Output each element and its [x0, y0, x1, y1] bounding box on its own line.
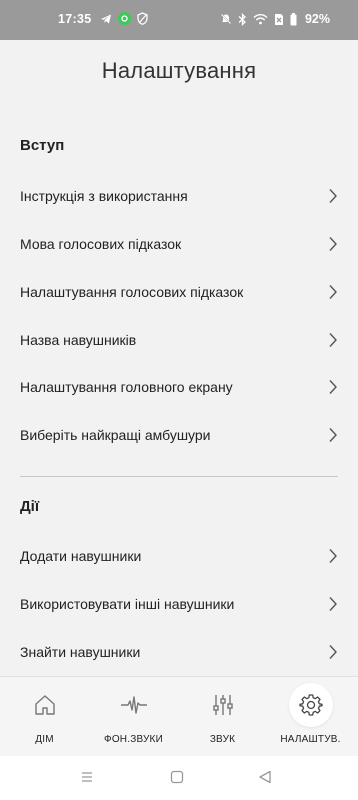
telegram-icon	[101, 14, 111, 23]
bluetooth-icon	[238, 12, 246, 26]
nav-home[interactable]: ДІМ	[0, 677, 89, 757]
settings-item-find-headphones[interactable]: Знайти навушники	[20, 640, 338, 664]
settings-item-user-guide[interactable]: Інструкція з використання	[20, 184, 338, 208]
settings-item-voice-language[interactable]: Мова голосових підказок	[20, 232, 338, 256]
mute-icon	[220, 13, 232, 25]
back-icon[interactable]	[258, 770, 272, 784]
no-sim-icon	[274, 13, 283, 25]
gear-icon	[288, 683, 333, 727]
settings-item-home-screen[interactable]: Налаштування головного екрану	[20, 375, 338, 399]
home-icon	[23, 683, 67, 727]
nav-label: ДІМ	[35, 734, 54, 745]
settings-item-label: Мова голосових підказок	[20, 236, 182, 252]
system-nav-bar	[0, 756, 358, 800]
settings-item-label: Налаштування головного екрану	[20, 379, 233, 395]
section-title-intro: Вступ	[20, 137, 65, 154]
status-time: 17:35	[58, 12, 92, 26]
wifi-icon	[253, 14, 268, 25]
status-bar: 17:35 92%	[0, 0, 358, 40]
ambient-sound-icon	[112, 683, 156, 727]
settings-item-label: Додати навушники	[20, 548, 142, 564]
call-indicator-icon	[118, 12, 131, 25]
bottom-nav: ДІМ ФОН.ЗВУКИ ЗВУК НАЛАШТУВ.	[0, 676, 358, 757]
settings-item-label: Виберіть найкращі амбушури	[20, 427, 211, 443]
chevron-right-icon	[329, 237, 337, 251]
shield-icon	[137, 12, 148, 25]
chevron-right-icon	[329, 333, 337, 347]
settings-item-label: Назва навушників	[20, 332, 137, 348]
chevron-right-icon	[329, 597, 337, 611]
section-title-actions: Дії	[20, 498, 40, 515]
settings-item-label: Інструкція з використання	[20, 188, 188, 204]
nav-ambient-sound[interactable]: ФОН.ЗВУКИ	[89, 677, 178, 757]
settings-item-voice-settings[interactable]: Налаштування голосових підказок	[20, 280, 338, 304]
chevron-right-icon	[329, 549, 337, 563]
chevron-right-icon	[329, 428, 337, 442]
settings-item-label: Знайти навушники	[20, 644, 141, 660]
nav-settings[interactable]: НАЛАШТУВ.	[266, 677, 355, 757]
settings-item-ear-tips[interactable]: Виберіть найкращі амбушури	[20, 423, 338, 447]
settings-item-use-other-headphones[interactable]: Використовувати інші навушники	[20, 592, 338, 616]
chevron-right-icon	[329, 645, 337, 659]
recent-apps-icon[interactable]	[80, 770, 94, 784]
chevron-right-icon	[329, 285, 337, 299]
settings-item-label: Налаштування голосових підказок	[20, 284, 244, 300]
chevron-right-icon	[329, 189, 337, 203]
page-title: Налаштування	[101, 58, 257, 83]
settings-item-headphone-name[interactable]: Назва навушників	[20, 328, 338, 352]
nav-label: ФОН.ЗВУКИ	[104, 734, 163, 745]
settings-item-label: Використовувати інші навушники	[20, 596, 235, 612]
section-divider	[20, 476, 338, 477]
battery-icon	[290, 12, 297, 25]
nav-label: ЗВУК	[209, 734, 236, 745]
home-button-icon[interactable]	[170, 770, 184, 784]
nav-label: НАЛАШТУВ.	[280, 734, 341, 745]
equalizer-icon	[201, 683, 245, 727]
settings-item-add-headphones[interactable]: Додати навушники	[20, 544, 338, 568]
battery-percent: 92%	[304, 12, 330, 26]
chevron-right-icon	[329, 380, 337, 394]
nav-sound[interactable]: ЗВУК	[178, 677, 267, 757]
